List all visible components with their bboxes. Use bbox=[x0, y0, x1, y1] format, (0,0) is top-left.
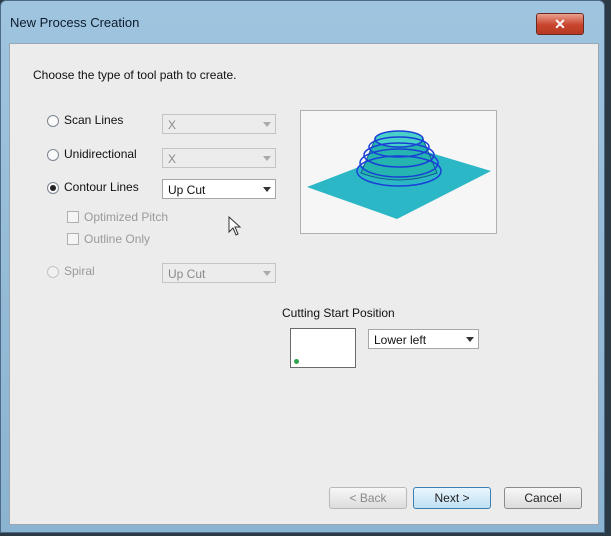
scan-lines-direction-combo[interactable]: X bbox=[162, 114, 276, 134]
scan-lines-direction-value: X bbox=[168, 118, 177, 132]
unidirectional-direction-value: X bbox=[168, 152, 177, 166]
dialog-window: New Process Creation ✕ Choose the type o… bbox=[0, 0, 605, 533]
dialog-client-area: Choose the type of tool path to create. … bbox=[9, 43, 599, 525]
cutting-start-label: Cutting Start Position bbox=[282, 306, 395, 320]
cancel-button[interactable]: Cancel bbox=[504, 487, 582, 509]
spiral-radio[interactable] bbox=[47, 266, 59, 278]
optimized-pitch-label: Optimized Pitch bbox=[84, 210, 169, 224]
next-button[interactable]: Next > bbox=[413, 487, 491, 509]
scan-lines-radio[interactable] bbox=[47, 115, 59, 127]
optimized-pitch-checkbox[interactable] bbox=[67, 211, 79, 223]
outline-only-label: Outline Only bbox=[84, 232, 151, 246]
spiral-cut-value: Up Cut bbox=[168, 267, 206, 281]
cutting-start-combo[interactable]: Lower left bbox=[368, 329, 479, 349]
close-icon: ✕ bbox=[554, 16, 566, 32]
chevron-down-icon bbox=[263, 122, 271, 127]
outline-only-checkbox[interactable] bbox=[67, 233, 79, 245]
close-button[interactable]: ✕ bbox=[536, 13, 584, 35]
chevron-down-icon bbox=[466, 337, 474, 342]
contour-toolpath-illustration bbox=[307, 130, 491, 219]
start-position-dot bbox=[294, 359, 299, 364]
chevron-down-icon bbox=[263, 271, 271, 276]
unidirectional-direction-combo[interactable]: X bbox=[162, 148, 276, 168]
unidirectional-radio[interactable] bbox=[47, 149, 59, 161]
window-title: New Process Creation bbox=[10, 15, 140, 30]
contour-lines-radio[interactable] bbox=[47, 182, 59, 194]
spiral-cut-combo[interactable]: Up Cut bbox=[162, 263, 276, 283]
instruction-text: Choose the type of tool path to create. bbox=[33, 68, 237, 82]
chevron-down-icon bbox=[263, 156, 271, 161]
mouse-pointer-icon bbox=[228, 216, 242, 236]
scan-lines-label[interactable]: Scan Lines bbox=[64, 113, 123, 127]
title-bar[interactable]: New Process Creation ✕ bbox=[1, 1, 604, 41]
cutting-start-value: Lower left bbox=[374, 333, 427, 347]
contour-lines-label[interactable]: Contour Lines bbox=[64, 180, 139, 194]
spiral-label: Spiral bbox=[64, 264, 95, 278]
back-button[interactable]: < Back bbox=[329, 487, 407, 509]
contour-lines-cut-value: Up Cut bbox=[168, 183, 206, 197]
unidirectional-label[interactable]: Unidirectional bbox=[64, 147, 137, 161]
cutting-start-preview bbox=[290, 328, 356, 368]
toolpath-preview-image bbox=[300, 110, 497, 234]
chevron-down-icon bbox=[263, 187, 271, 192]
contour-lines-cut-combo[interactable]: Up Cut bbox=[162, 179, 276, 199]
